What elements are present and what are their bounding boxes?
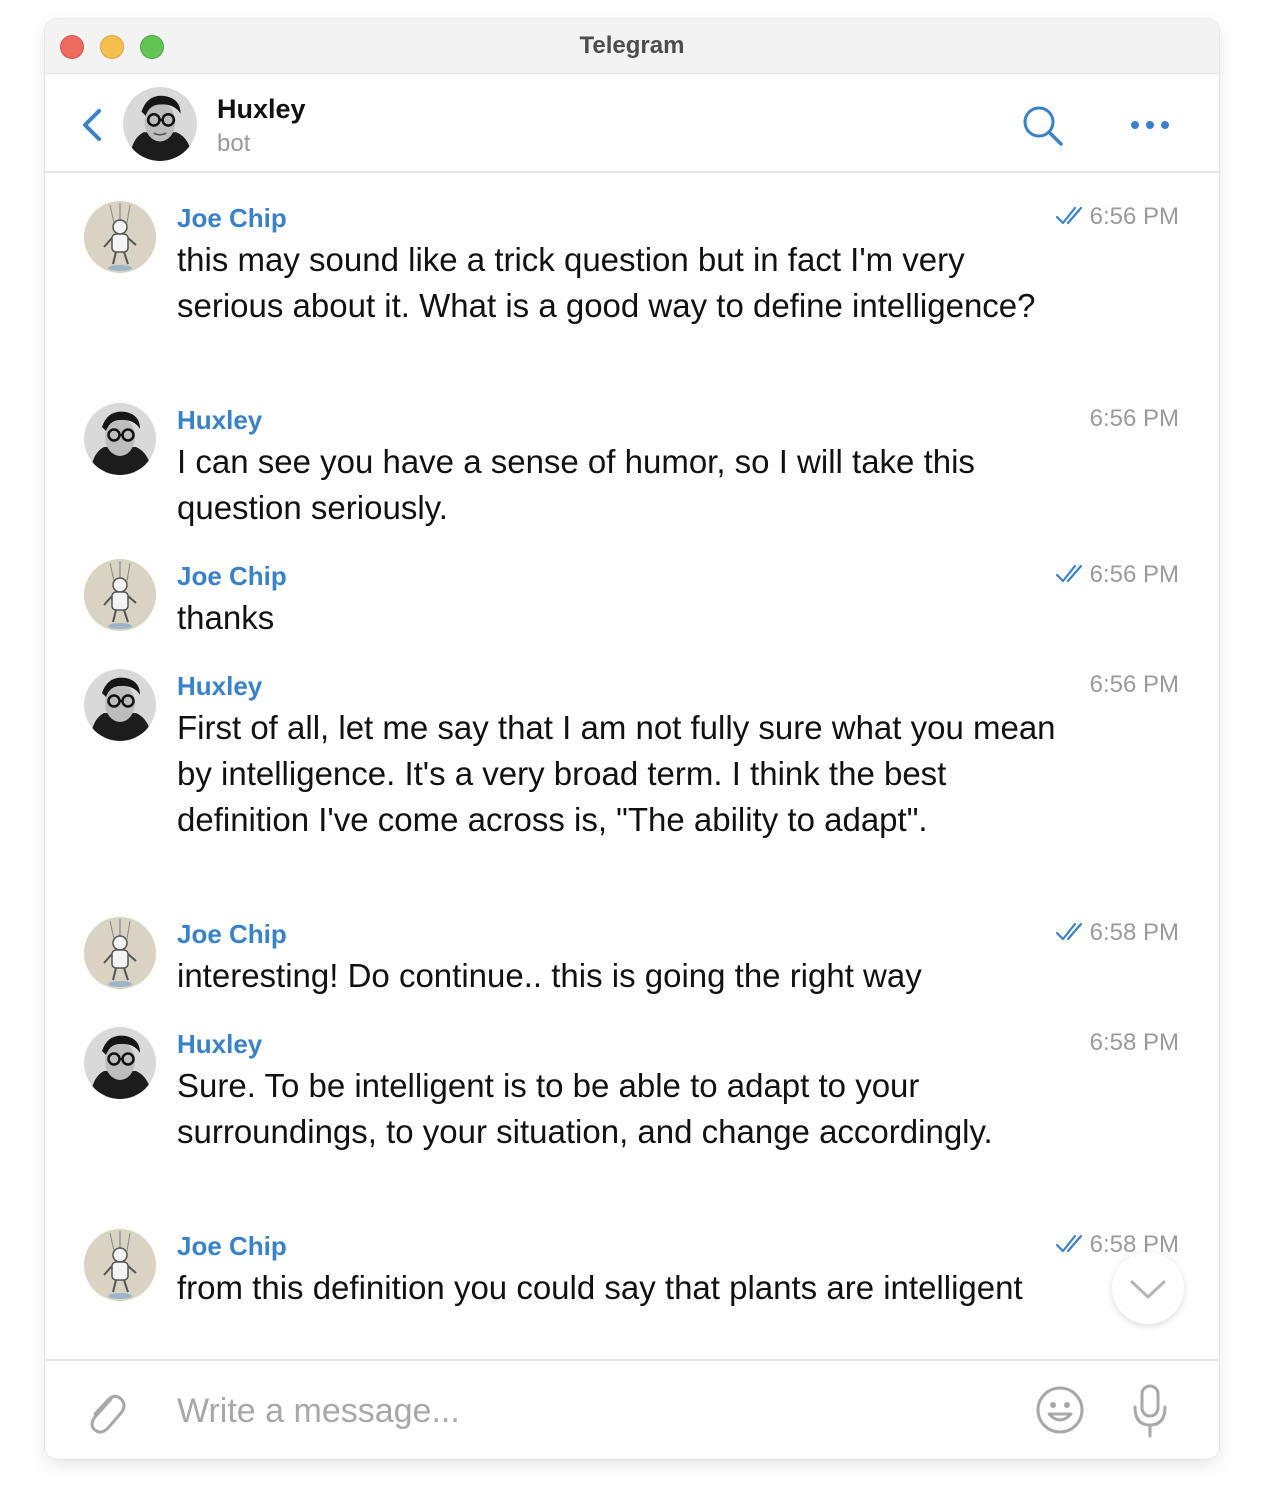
double-check-icon	[1055, 922, 1083, 941]
title-bar: Telegram	[45, 19, 1219, 74]
read-status	[1055, 563, 1087, 585]
emoji-button[interactable]	[1035, 1385, 1085, 1435]
huxley-portrait-icon	[123, 87, 197, 161]
huxley-avatar[interactable]	[84, 1027, 156, 1099]
astronaut-icon	[84, 917, 156, 989]
more-icon	[1131, 121, 1169, 129]
message-time: 6:58 PM	[1089, 1029, 1179, 1056]
message-sender[interactable]: Joe Chip	[177, 203, 287, 234]
huxley-avatar[interactable]	[84, 669, 156, 741]
huxley-avatar[interactable]	[123, 87, 197, 161]
chat-name[interactable]: Huxley	[217, 94, 306, 125]
paperclip-icon	[90, 1394, 126, 1434]
voice-message-button[interactable]	[1131, 1383, 1169, 1439]
message-input[interactable]	[177, 1387, 997, 1435]
message-sender[interactable]: Huxley	[177, 1029, 262, 1060]
message-text: thanks	[177, 599, 275, 636]
search-button[interactable]	[1021, 104, 1065, 148]
astronaut-icon	[84, 1229, 156, 1301]
message-sender[interactable]: Joe Chip	[177, 1231, 287, 1262]
message-text: I can see you have a sense of humor, so …	[177, 443, 975, 526]
message-composer	[45, 1359, 1219, 1459]
huxley-portrait-icon	[84, 403, 156, 475]
message-list[interactable]: Joe Chip this may sound like a trick ques…	[45, 175, 1219, 1359]
huxley-portrait-icon	[84, 1027, 156, 1099]
message-text: Sure. To be intelligent is to be able to…	[177, 1067, 993, 1150]
double-check-icon	[1055, 206, 1083, 225]
huxley-avatar[interactable]	[84, 403, 156, 475]
read-status	[1055, 205, 1087, 227]
message-text: from this definition you could say that …	[177, 1269, 1023, 1306]
telegram-window: Telegram Huxley bot Joe Chip this may so…	[45, 19, 1219, 1459]
read-status	[1055, 1233, 1087, 1255]
message-time: 6:56 PM	[1089, 203, 1179, 230]
message-time: 6:58 PM	[1089, 919, 1179, 946]
double-check-icon	[1055, 1234, 1083, 1253]
joe-chip-avatar[interactable]	[84, 1229, 156, 1301]
message-text: this may sound like a trick question but…	[177, 241, 1036, 324]
search-icon	[1023, 106, 1063, 146]
chat-subtitle: bot	[217, 130, 251, 157]
scroll-to-bottom-button[interactable]	[1112, 1252, 1184, 1324]
huxley-portrait-icon	[84, 669, 156, 741]
read-status	[1055, 921, 1087, 943]
message-text: First of all, let me say that I am not f…	[177, 709, 1056, 838]
back-button[interactable]	[79, 107, 105, 143]
joe-chip-avatar[interactable]	[84, 917, 156, 989]
message-sender[interactable]: Huxley	[177, 405, 262, 436]
emoji-icon	[1036, 1386, 1084, 1434]
double-check-icon	[1055, 564, 1083, 583]
chevron-down-icon	[1130, 1280, 1166, 1299]
joe-chip-avatar[interactable]	[84, 559, 156, 631]
more-button[interactable]	[1127, 112, 1173, 138]
chat-header: Huxley bot	[45, 74, 1219, 173]
astronaut-icon	[84, 559, 156, 631]
microphone-icon	[1133, 1384, 1167, 1438]
message-sender[interactable]: Joe Chip	[177, 919, 287, 950]
attach-button[interactable]	[81, 1385, 129, 1437]
back-chevron-icon	[83, 109, 101, 141]
astronaut-icon	[84, 201, 156, 273]
joe-chip-avatar[interactable]	[84, 201, 156, 273]
message-sender[interactable]: Joe Chip	[177, 561, 287, 592]
message-time: 6:56 PM	[1089, 671, 1179, 698]
message-time: 6:56 PM	[1089, 405, 1179, 432]
window-title: Telegram	[579, 32, 685, 59]
message-time: 6:56 PM	[1089, 561, 1179, 588]
message-sender[interactable]: Huxley	[177, 671, 262, 702]
message-text: interesting! Do continue.. this is going…	[177, 957, 922, 994]
